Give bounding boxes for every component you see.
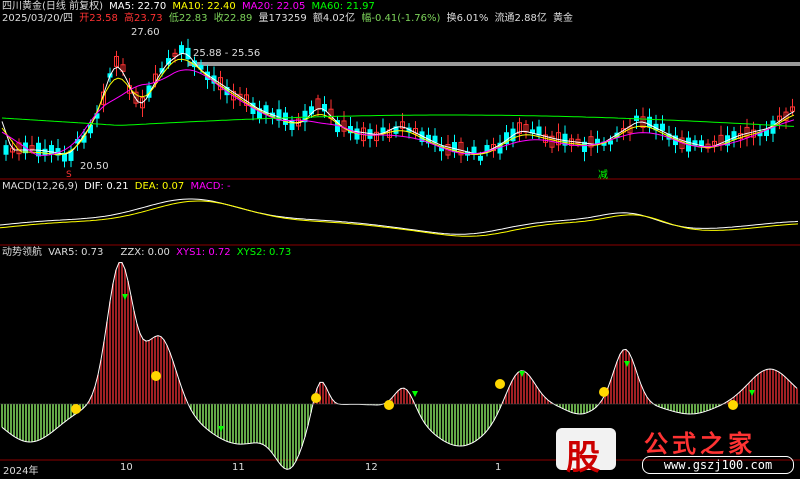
candle-body [536, 126, 542, 136]
smiley-icon [728, 400, 738, 410]
down-arrow-icon [749, 390, 755, 396]
indicator-xys2: XYS2: 0.73 [236, 247, 292, 258]
candle-body [185, 47, 191, 60]
xaxis-label-nov: 11 [232, 462, 245, 473]
xaxis-label-dec: 12 [365, 462, 378, 473]
candle-body [478, 155, 483, 161]
candle-body [699, 140, 704, 146]
watermark-url: www.gszj100.com [642, 456, 794, 474]
sell-mark: S [66, 170, 72, 180]
watermark-logo: 股 [556, 428, 616, 478]
candle-body [3, 145, 9, 155]
down-arrow-icon [412, 391, 418, 397]
macd-value: MACD: - [190, 181, 231, 192]
low-price-label: 20.50 [80, 161, 109, 172]
indicator-var5: VAR5: 0.73 [48, 247, 104, 258]
macd-title: MACD(12,26,9) [2, 181, 78, 192]
candle-body [471, 146, 477, 154]
reduce-mark: 减 [598, 170, 608, 181]
candle-body [380, 127, 386, 133]
smiley-icon [495, 379, 505, 389]
macd-dif: DIF: 0.21 [84, 181, 129, 192]
smiley-icon [311, 393, 321, 403]
xaxis-label-2024: 2024年 [3, 466, 39, 477]
chart-canvas[interactable] [0, 0, 800, 474]
indicator-zzx: ZZX: 0.00 [120, 247, 170, 258]
macd-info-bar: MACD(12,26,9) DIF: 0.21 DEA: 0.07 MACD: … [2, 181, 234, 193]
watermark: 股 公式之家 www.gszj100.com [556, 424, 800, 478]
smiley-icon [71, 404, 81, 414]
candle-body [49, 145, 54, 155]
candle-body [42, 148, 48, 156]
range-band [188, 62, 800, 66]
smiley-icon [384, 400, 394, 410]
xaxis-label-oct: 10 [120, 462, 133, 473]
candle-body [36, 142, 41, 157]
range-label: 25.88 - 25.56 [193, 48, 261, 59]
high-price-label: 27.60 [131, 27, 160, 38]
stock-chart-window: 四川黄金(日线 前复权) MA5: 22.70 MA10: 22.40 MA20… [0, 0, 800, 478]
macd-dea-line [0, 200, 799, 237]
ma60-line [1, 114, 795, 127]
candle-body [660, 123, 665, 131]
indicator-xys1: XYS1: 0.72 [176, 247, 231, 258]
macd-dea: DEA: 0.07 [134, 181, 185, 192]
indicator-title: 动势领航 [2, 247, 42, 258]
indicator-info-bar: 动势领航 VAR5: 0.73 ZZX: 0.00 XYS1: 0.72 XYS… [2, 247, 294, 259]
down-arrow-icon [122, 294, 128, 300]
smiley-icon [599, 387, 609, 397]
down-arrow-icon [218, 426, 224, 432]
watermark-gu: 股 [566, 438, 600, 478]
watermark-title: 公式之家 [644, 429, 756, 458]
xaxis-label-jan: 1 [495, 462, 502, 473]
smiley-icon [151, 371, 161, 381]
candle-body [595, 138, 600, 145]
candle-body [179, 45, 184, 54]
